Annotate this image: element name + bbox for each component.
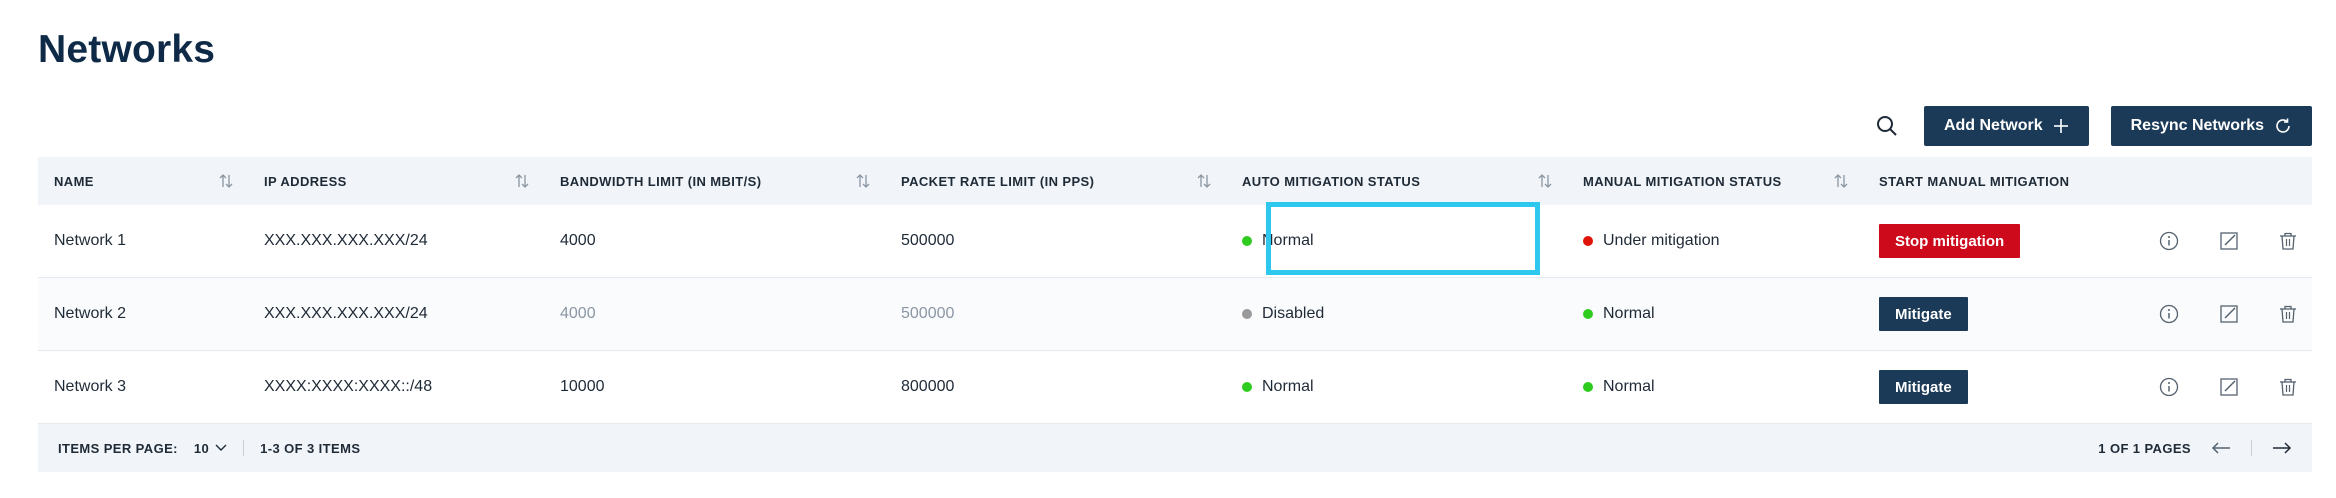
items-per-page-label: ITEMS PER PAGE: xyxy=(58,440,178,456)
edit-icon[interactable] xyxy=(2217,229,2241,253)
edit-icon[interactable] xyxy=(2217,375,2241,399)
info-icon[interactable] xyxy=(2157,302,2181,326)
sort-icon[interactable] xyxy=(1537,173,1553,189)
divider xyxy=(2251,440,2252,456)
divider xyxy=(243,440,245,456)
items-per-page-select[interactable]: 10 xyxy=(194,441,227,456)
delete-icon[interactable] xyxy=(2276,375,2300,399)
manual-mitigation-status: Normal xyxy=(1567,278,1863,350)
packet-rate-limit: 800000 xyxy=(901,378,955,395)
status-dot xyxy=(1583,309,1593,319)
bandwidth-limit: 4000 xyxy=(560,232,596,249)
page-title: Networks xyxy=(38,28,216,71)
start-manual-mitigation-cell: Stop mitigation xyxy=(1863,205,2312,277)
sort-icon[interactable] xyxy=(1833,173,1849,189)
column-header-manual-mitigation[interactable]: MANUAL MITIGATION STATUS xyxy=(1567,157,1863,205)
table-footer: ITEMS PER PAGE: 10 1-3 OF 3 ITEMS 1 OF 1… xyxy=(38,424,2312,472)
manual-mitigation-status: Under mitigation xyxy=(1567,205,1863,277)
packet-rate-limit: 500000 xyxy=(901,232,955,249)
status-dot xyxy=(1583,236,1593,246)
plus-icon xyxy=(2053,119,2068,133)
info-icon[interactable] xyxy=(2157,229,2181,253)
edit-icon[interactable] xyxy=(2217,302,2241,326)
start-manual-mitigation-cell: Mitigate xyxy=(1863,351,2312,423)
auto-mitigation-status: Disabled xyxy=(1226,278,1567,350)
column-header-packet-rate[interactable]: PACKET RATE LIMIT (IN PPS) xyxy=(885,157,1226,205)
bandwidth-limit: 10000 xyxy=(560,378,605,395)
status-dot xyxy=(1242,236,1252,246)
refresh-icon xyxy=(2276,118,2290,133)
table-row: Network 3 XXXX:XXXX:XXXX::/48 10000 8000… xyxy=(38,351,2312,424)
start-manual-mitigation-cell: Mitigate xyxy=(1863,278,2312,350)
add-network-button[interactable]: Add Network xyxy=(1923,106,2089,146)
delete-icon[interactable] xyxy=(2276,229,2300,253)
column-header-name[interactable]: NAME xyxy=(38,157,248,205)
table-row: Network 2 XXX.XXX.XXX.XXX/24 4000 500000… xyxy=(38,278,2312,351)
chevron-down-icon xyxy=(215,444,227,451)
mitigate-button[interactable]: Mitigate xyxy=(1879,297,1968,331)
column-header-bandwidth[interactable]: BANDWIDTH LIMIT (IN MBIT/S) xyxy=(544,157,885,205)
column-header-start-manual-mitigation: START MANUAL MITIGATION xyxy=(1879,173,2070,189)
mitigate-button[interactable]: Mitigate xyxy=(1879,370,1968,404)
manual-mitigation-status: Normal xyxy=(1567,351,1863,423)
info-icon[interactable] xyxy=(2157,375,2181,399)
status-dot xyxy=(1242,382,1252,392)
table-row: Network 1 XXX.XXX.XXX.XXX/24 4000 500000… xyxy=(38,202,2312,278)
pagination: 1 OF 1 PAGES xyxy=(2098,424,2292,472)
network-name: Network 1 xyxy=(54,232,127,249)
packet-rate-limit: 500000 xyxy=(901,305,955,322)
column-header-auto-mitigation[interactable]: AUTO MITIGATION STATUS xyxy=(1226,157,1567,205)
ip-address: XXXX:XXXX:XXXX::/48 xyxy=(264,378,433,395)
sort-icon[interactable] xyxy=(1196,173,1212,189)
networks-table: NAME IP ADDRESS BANDWIDTH LIMIT (IN MBIT… xyxy=(38,157,2312,472)
search-icon[interactable] xyxy=(1872,111,1902,141)
column-header-ip[interactable]: IP ADDRESS xyxy=(248,157,544,205)
page-count: 1 OF 1 PAGES xyxy=(2098,440,2191,456)
network-name: Network 2 xyxy=(54,305,127,322)
resync-networks-label: Resync Networks xyxy=(2130,117,2264,134)
network-name: Network 3 xyxy=(54,378,127,395)
auto-mitigation-status: Normal xyxy=(1226,205,1567,277)
sort-icon[interactable] xyxy=(855,173,871,189)
resync-networks-button[interactable]: Resync Networks xyxy=(2110,106,2312,146)
ip-address: XXX.XXX.XXX.XXX/24 xyxy=(264,305,428,322)
arrow-left-icon[interactable] xyxy=(2211,441,2231,455)
arrow-right-icon[interactable] xyxy=(2272,441,2292,455)
bandwidth-limit: 4000 xyxy=(560,305,596,322)
table-header: NAME IP ADDRESS BANDWIDTH LIMIT (IN MBIT… xyxy=(38,157,2312,205)
status-dot xyxy=(1583,382,1593,392)
ip-address: XXX.XXX.XXX.XXX/24 xyxy=(264,232,428,249)
toolbar: Add Network Resync Networks xyxy=(1872,105,2312,147)
status-dot xyxy=(1242,309,1252,319)
stop-mitigation-button[interactable]: Stop mitigation xyxy=(1879,224,2021,258)
sort-icon[interactable] xyxy=(514,173,530,189)
add-network-label: Add Network xyxy=(1943,117,2043,134)
delete-icon[interactable] xyxy=(2276,302,2300,326)
sort-icon[interactable] xyxy=(218,173,234,189)
items-range: 1-3 OF 3 ITEMS xyxy=(260,440,361,456)
auto-mitigation-status: Normal xyxy=(1226,351,1567,423)
